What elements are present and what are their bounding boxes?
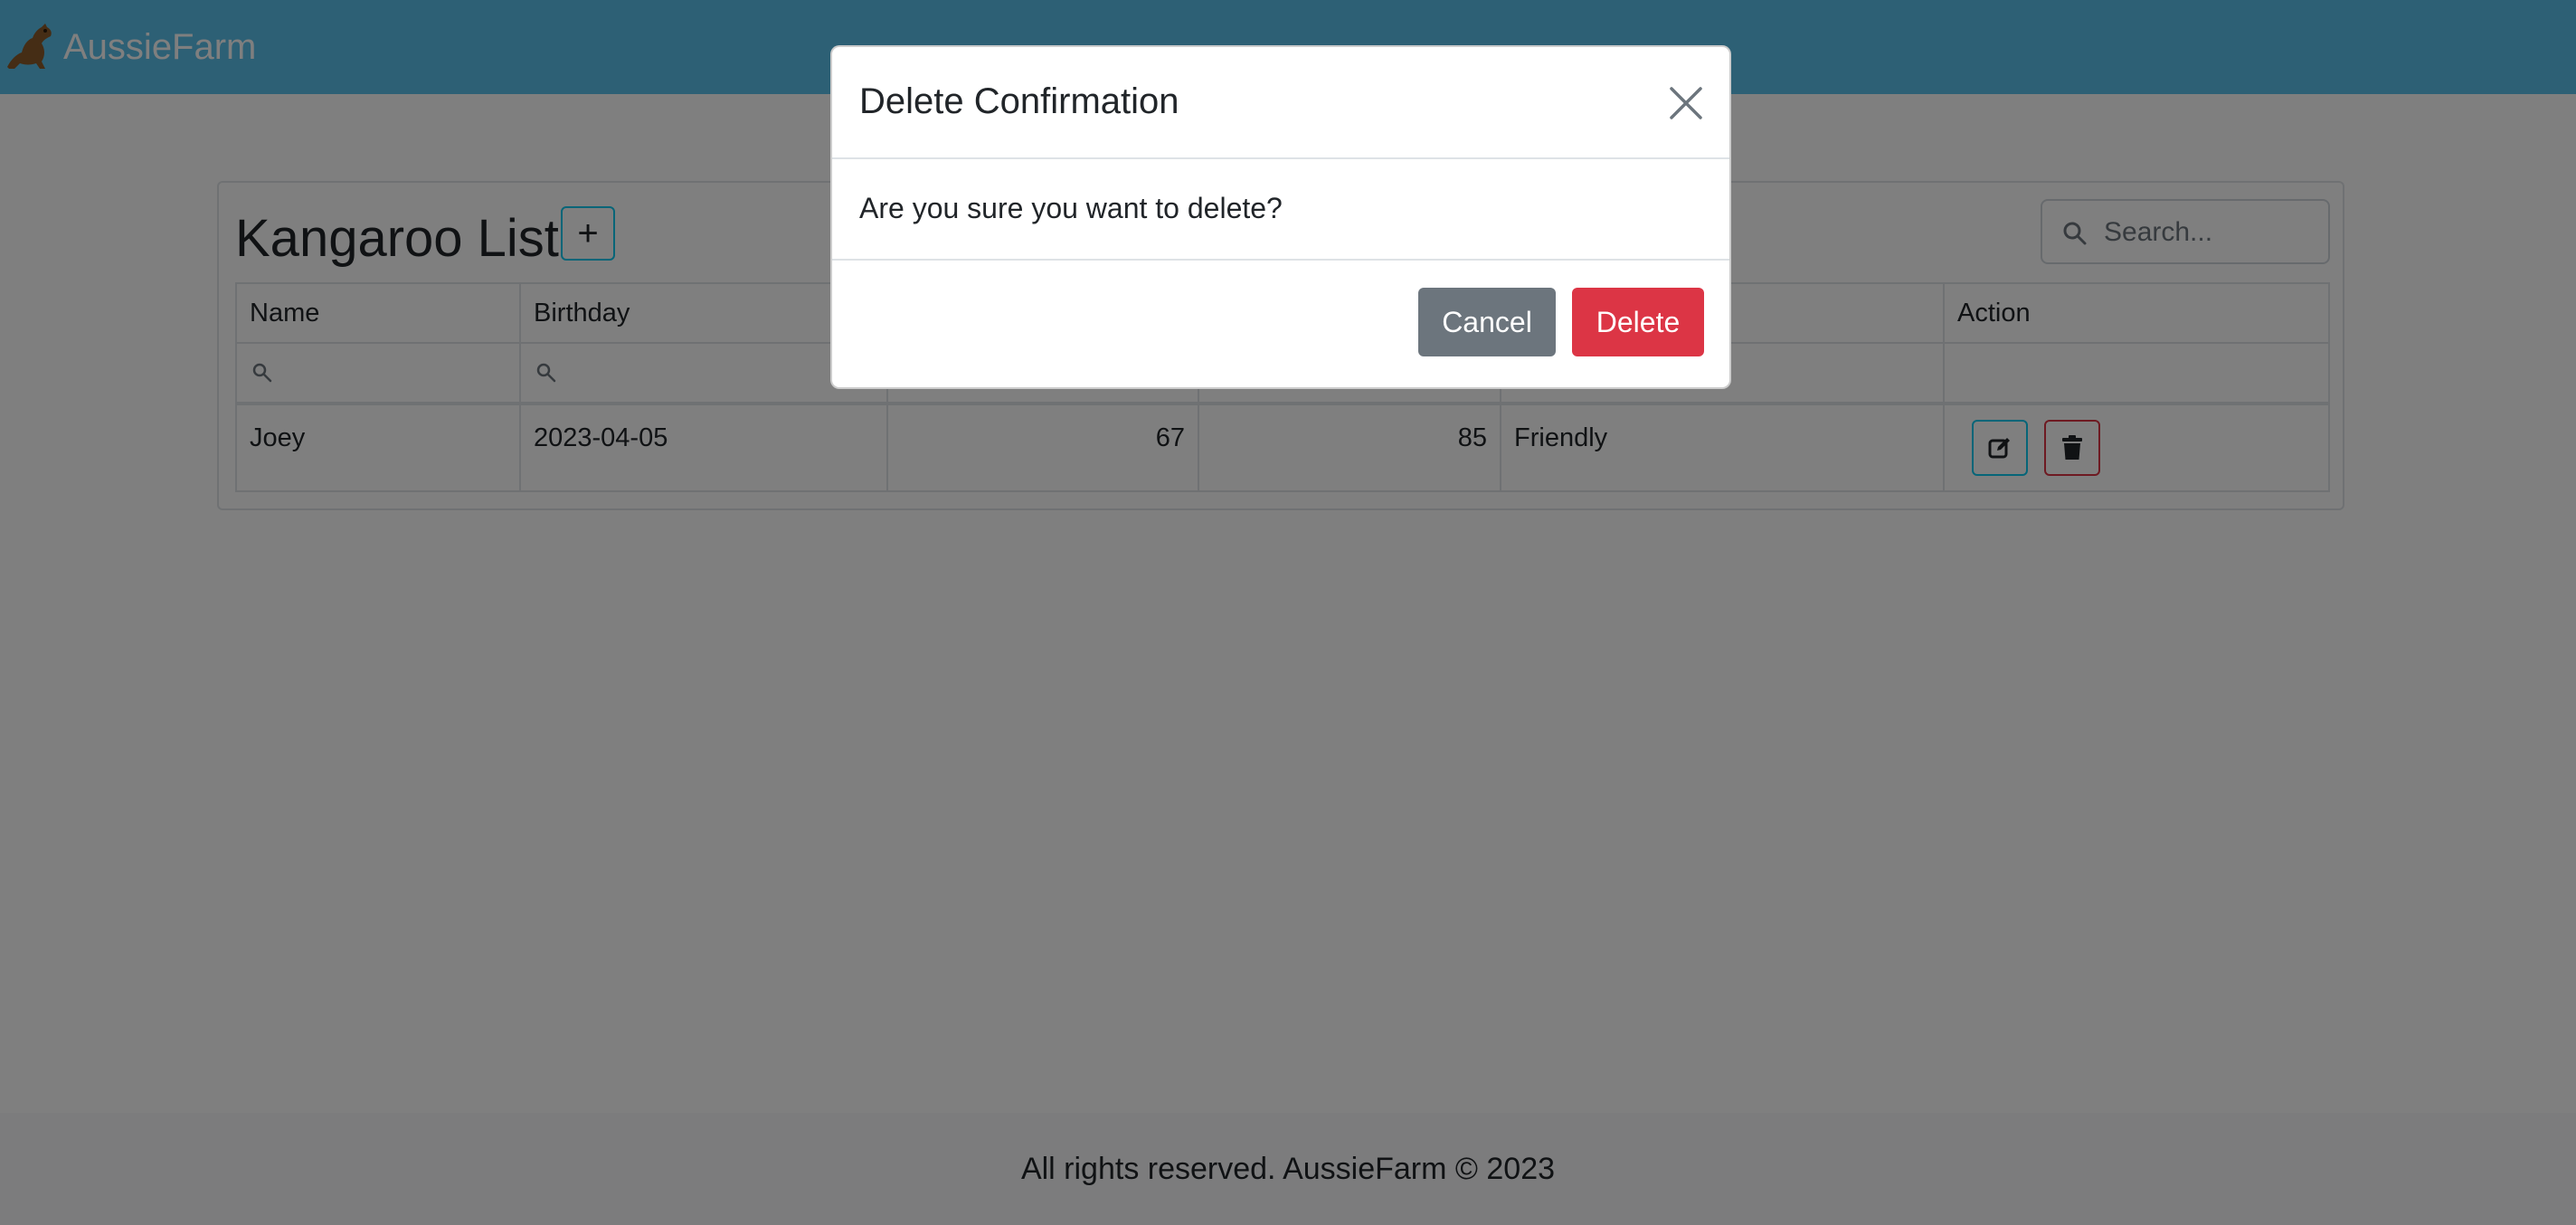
confirm-delete-button[interactable]: Delete bbox=[1572, 288, 1704, 356]
modal-message: Are you sure you want to delete? bbox=[859, 192, 1283, 224]
modal-title: Delete Confirmation bbox=[859, 81, 1179, 121]
cancel-button[interactable]: Cancel bbox=[1418, 288, 1556, 356]
close-icon bbox=[1670, 87, 1702, 119]
modal-header: Delete Confirmation bbox=[832, 47, 1729, 159]
modal-body: Are you sure you want to delete? bbox=[832, 159, 1729, 261]
delete-confirmation-modal: Delete Confirmation Are you sure you wan… bbox=[830, 45, 1731, 389]
modal-close-button[interactable] bbox=[1666, 83, 1706, 123]
modal-footer: Cancel Delete bbox=[832, 261, 1729, 387]
